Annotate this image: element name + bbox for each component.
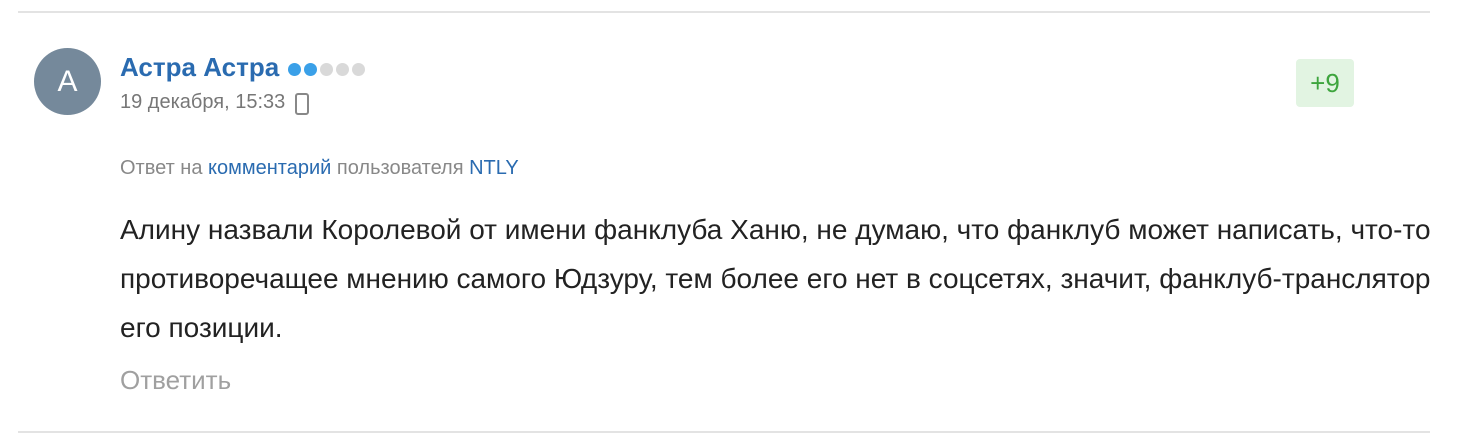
parent-comment-link[interactable]: комментарий (208, 157, 331, 179)
author-line: Астра Астра (120, 50, 368, 84)
user-rating-dots (288, 62, 368, 76)
bottom-divider (18, 431, 1430, 433)
comment-score-badge: +9 (1296, 59, 1354, 107)
parent-user-link[interactable]: NTLY (469, 157, 519, 179)
comment-text: Алину назвали Королевой от имени фанклуб… (120, 214, 1431, 343)
comment-card: А Астра Астра 19 декабря, 15:33 +9 Ответ… (0, 0, 1460, 441)
author-name-link[interactable]: Астра Астра (120, 52, 279, 83)
reply-button[interactable]: Ответить (120, 365, 231, 396)
reply-to-line: Ответ на комментарий пользователя NTLY (120, 157, 519, 180)
mobile-phone-icon (295, 93, 310, 115)
rating-dot-empty (320, 62, 334, 76)
reply-to-prefix: Ответ на (120, 157, 203, 179)
comment-meta: 19 декабря, 15:33 (120, 88, 310, 116)
rating-dot-filled (288, 62, 302, 76)
comment-date: 19 декабря, 15:33 (120, 90, 286, 113)
rating-dot-filled (304, 62, 318, 76)
rating-dot-empty (336, 62, 350, 76)
avatar[interactable]: А (34, 48, 101, 115)
reply-to-middle: пользователя (336, 157, 464, 179)
top-divider (18, 11, 1430, 13)
rating-dot-empty (352, 62, 366, 76)
